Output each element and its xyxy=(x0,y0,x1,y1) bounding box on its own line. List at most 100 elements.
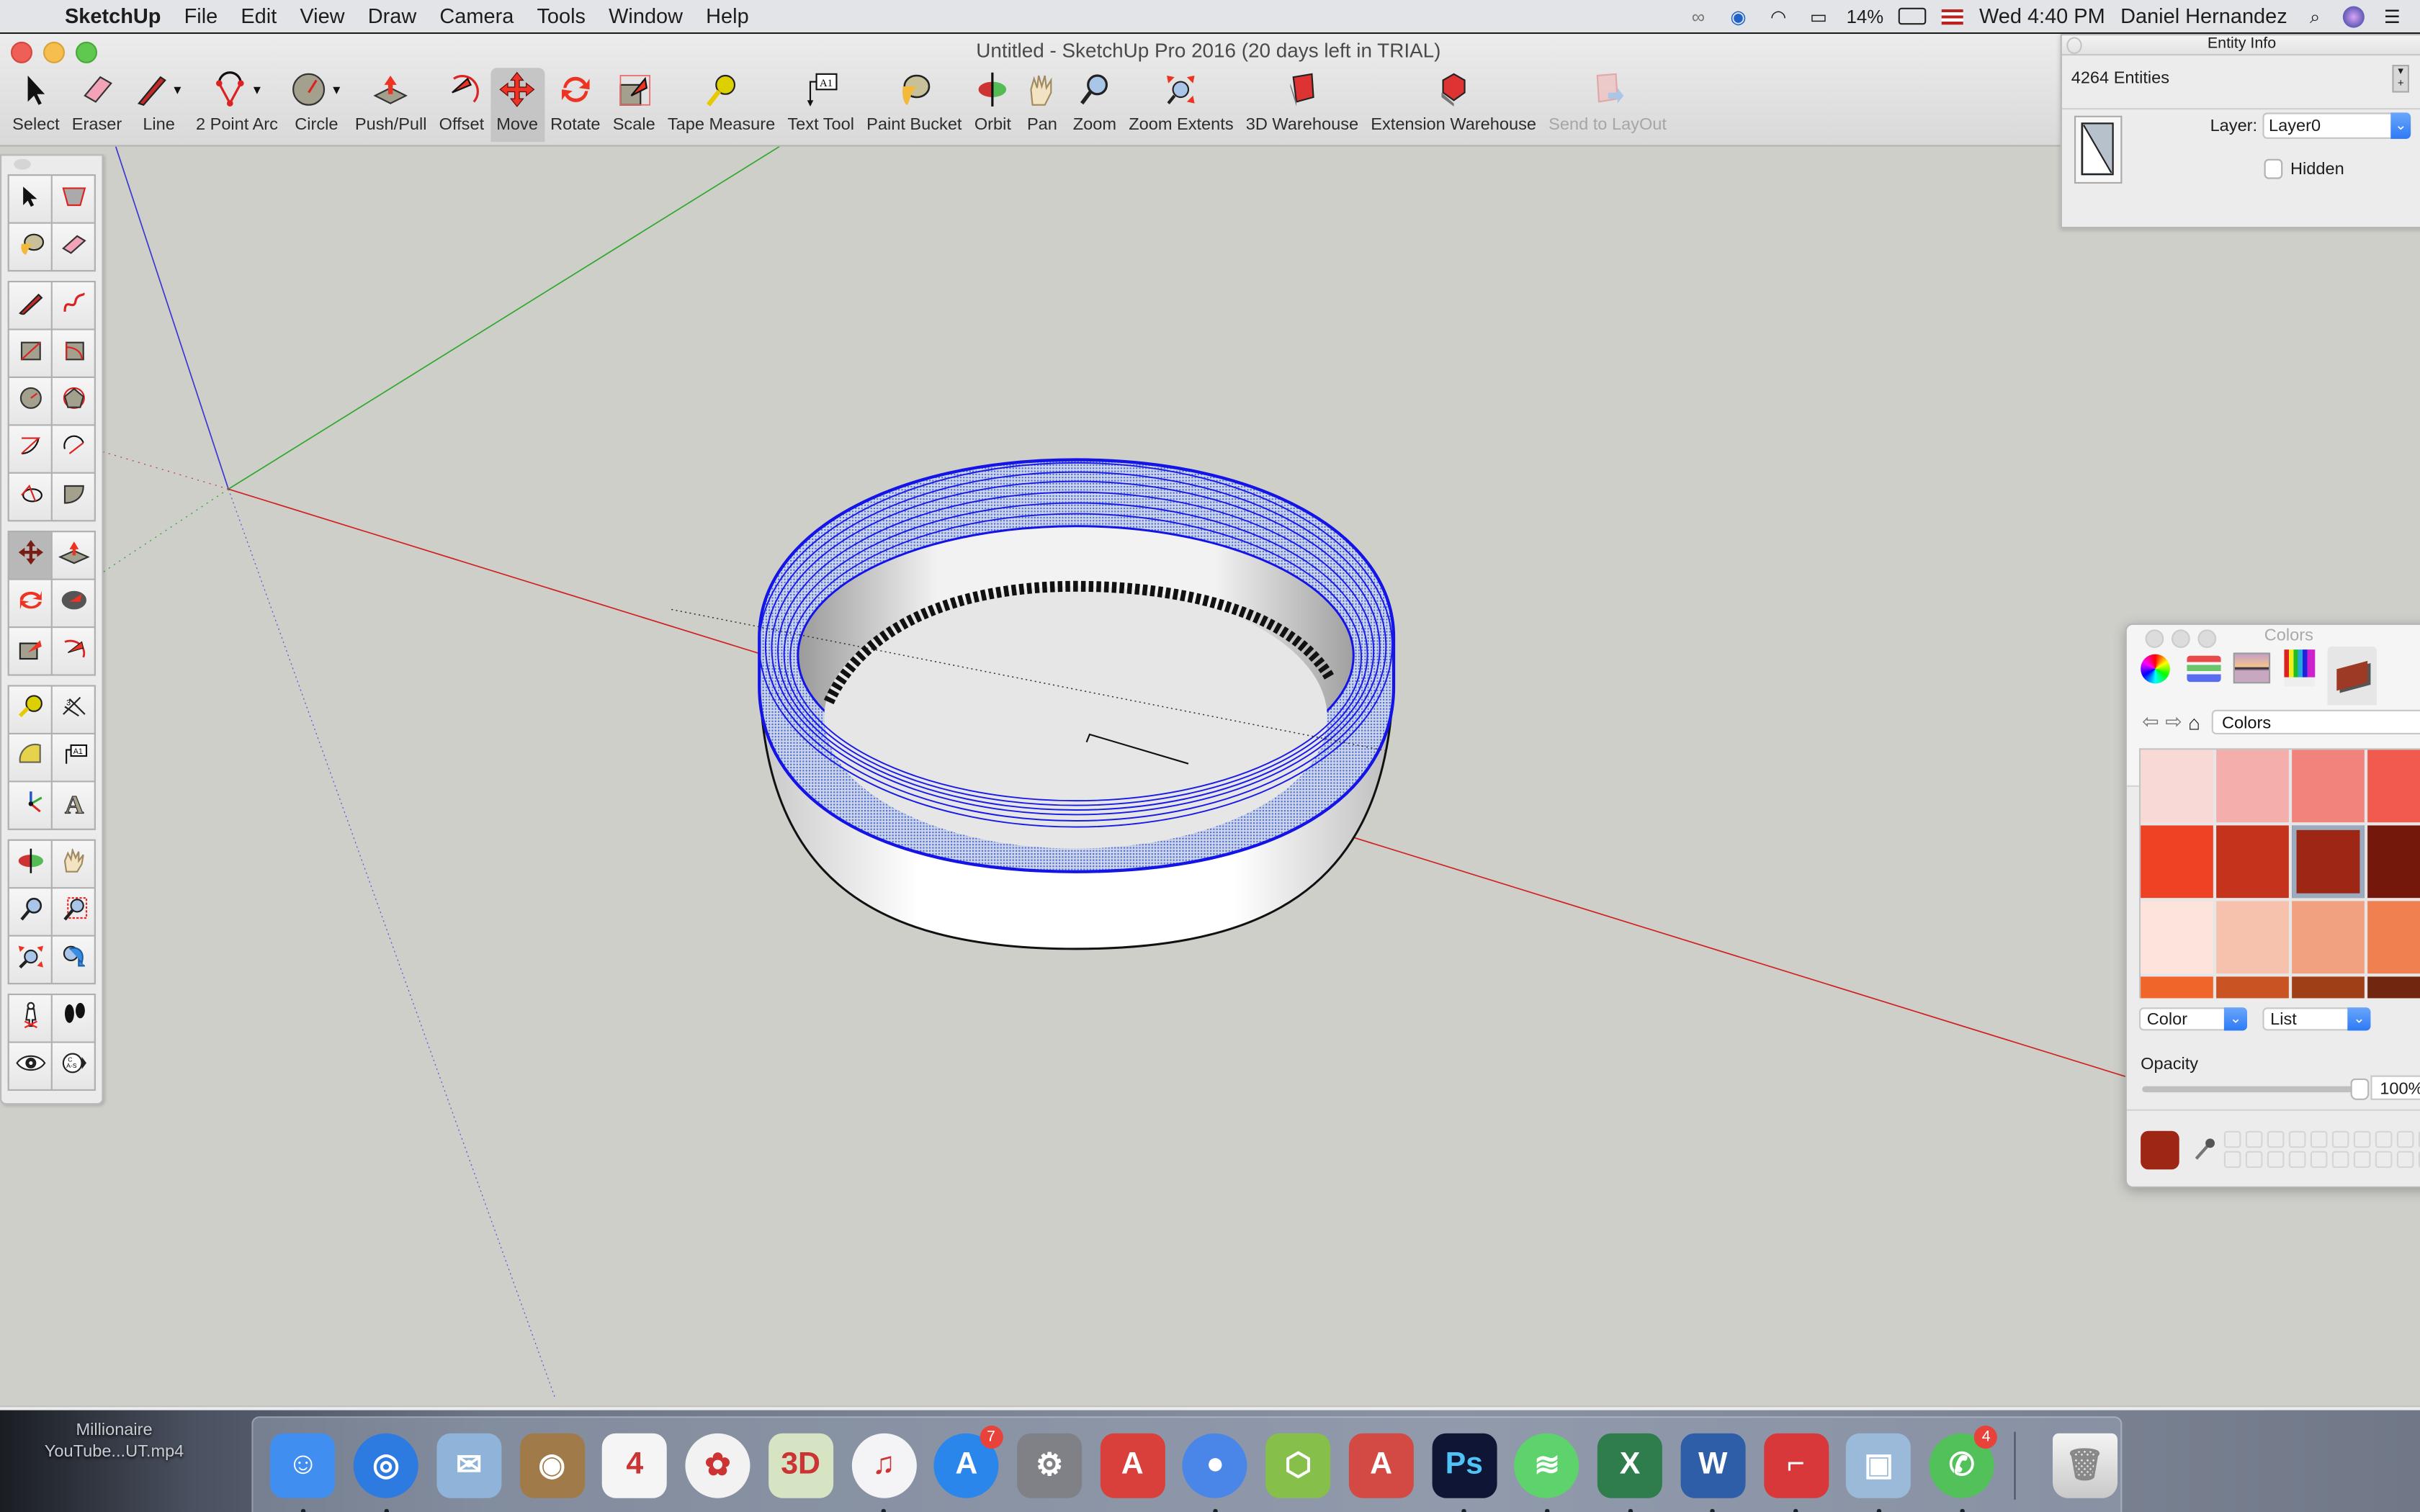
dock-app-chrome[interactable]: ● xyxy=(1179,1428,1251,1512)
palette-tool-move[interactable] xyxy=(9,532,51,579)
dock-app-autocad[interactable]: A xyxy=(1096,1428,1168,1502)
toolbar-rotate-button[interactable]: Rotate xyxy=(544,68,607,142)
airplay-icon[interactable]: ▭ xyxy=(1806,6,1831,27)
siri-icon[interactable] xyxy=(2342,5,2365,27)
color-swatch[interactable] xyxy=(2367,901,2420,974)
menubar-clock[interactable]: Wed 4:40 PM xyxy=(1979,4,2105,27)
color-swatch[interactable] xyxy=(2141,901,2213,974)
toolbar-extension-warehouse-button[interactable]: Extension Warehouse xyxy=(1365,68,1543,142)
palette-tool-select[interactable] xyxy=(9,176,51,222)
palette-tool-protractor[interactable] xyxy=(9,734,51,781)
palette-tool-paint-bucket[interactable] xyxy=(9,223,51,270)
app-status-icon[interactable]: ◉ xyxy=(1726,6,1750,27)
palette-tool-3-point-arc[interactable] xyxy=(9,473,51,521)
color-swatch[interactable] xyxy=(2367,976,2420,999)
color-swatch[interactable] xyxy=(2292,901,2365,974)
forward-arrow-icon[interactable]: ⇨ xyxy=(2165,710,2182,734)
toolbar-scale-button[interactable]: Scale xyxy=(606,68,661,142)
toolbar-move-button[interactable]: Move xyxy=(490,68,544,143)
toolbar-paint-bucket-button[interactable]: Paint Bucket xyxy=(861,68,968,142)
palette-tool-zoom[interactable] xyxy=(9,888,51,935)
dock-app-sketchup[interactable]: ⌐ xyxy=(1760,1428,1832,1512)
empty-favorite-slot[interactable] xyxy=(2288,1130,2306,1148)
color-mode-select[interactable]: Color ⌄ xyxy=(2139,1007,2247,1031)
palette-tool-rotate[interactable] xyxy=(9,580,51,626)
dock-app-excel[interactable]: X xyxy=(1594,1428,1666,1512)
toolbar-tape-measure-button[interactable]: Tape Measure xyxy=(661,68,781,142)
3d-viewport[interactable] xyxy=(0,145,2420,1400)
menu-view[interactable]: View xyxy=(300,4,344,27)
palette-tool-orbit[interactable] xyxy=(9,840,51,888)
dock-app-calendar[interactable]: 4 xyxy=(599,1428,671,1502)
empty-favorite-slot[interactable] xyxy=(2267,1151,2285,1169)
menu-window[interactable]: Window xyxy=(609,4,683,27)
entity-info-close-button[interactable] xyxy=(2066,37,2082,54)
palette-tool-make-component[interactable] xyxy=(52,176,94,222)
dock-app-preview[interactable]: ▣ xyxy=(1842,1428,1914,1512)
empty-favorite-slot[interactable] xyxy=(2331,1130,2349,1148)
battery-icon[interactable] xyxy=(1899,7,1927,25)
toolbar-3d-warehouse-button[interactable]: 3D Warehouse xyxy=(1240,68,1365,142)
toolbar-text-tool-button[interactable]: A1 Text Tool xyxy=(781,68,861,142)
toolbar-zoom-extents-button[interactable]: Zoom Extents xyxy=(1123,68,1240,142)
palette-tool-follow-me[interactable] xyxy=(52,580,94,626)
palette-tool-look-around[interactable] xyxy=(9,1043,51,1089)
menu-app-sketchup[interactable]: SketchUp xyxy=(65,4,161,27)
color-swatch[interactable] xyxy=(2292,750,2365,823)
empty-favorite-slot[interactable] xyxy=(2331,1151,2349,1169)
palette-tool-line[interactable] xyxy=(9,282,51,329)
palette-close-button[interactable] xyxy=(14,158,31,170)
dock-app-photoshop[interactable]: Ps xyxy=(1428,1428,1500,1512)
empty-favorite-slot[interactable] xyxy=(2310,1151,2328,1169)
creative-cloud-icon[interactable]: ∞ xyxy=(1686,6,1711,27)
dock-app-photos[interactable]: ✿ xyxy=(681,1428,753,1502)
palette-tool-pan[interactable] xyxy=(52,840,94,888)
tab-color-palettes[interactable] xyxy=(2280,647,2318,690)
dock-app-contacts[interactable]: ◉ xyxy=(516,1428,588,1502)
palette-tool-polygon[interactable] xyxy=(52,378,94,425)
palette-tool-section-plane[interactable]: C A-S xyxy=(52,1043,94,1089)
dock-app-mail[interactable]: ✉ xyxy=(433,1428,505,1502)
empty-favorite-slot[interactable] xyxy=(2267,1130,2285,1148)
dock-app-autocad-2[interactable]: A xyxy=(1345,1428,1417,1502)
palette-tool-position-camera[interactable] xyxy=(9,995,51,1042)
color-swatch[interactable] xyxy=(2367,750,2420,823)
palette-tool-eraser[interactable] xyxy=(52,223,94,270)
palette-tool-circle[interactable] xyxy=(9,378,51,425)
color-swatch[interactable] xyxy=(2292,976,2365,999)
dropdown-triangle-icon[interactable]: ▼ xyxy=(251,83,263,96)
empty-favorite-slot[interactable] xyxy=(2245,1130,2263,1148)
dock-app-spotify[interactable]: ≋ xyxy=(1511,1428,1583,1512)
menu-edit[interactable]: Edit xyxy=(241,4,277,27)
palette-tool-pie[interactable] xyxy=(52,473,94,521)
tab-sketchup-materials[interactable] xyxy=(2327,646,2377,706)
menu-draw[interactable]: Draw xyxy=(368,4,417,27)
home-icon[interactable]: ⌂ xyxy=(2188,711,2200,734)
palette-tool-push-pull[interactable] xyxy=(52,532,94,579)
palette-tool-zoom-window[interactable] xyxy=(52,888,94,935)
toolbar-send-to-layout-button[interactable]: Send to LayOut xyxy=(1543,68,1673,142)
empty-favorite-slot[interactable] xyxy=(2288,1151,2306,1169)
palette-tool-zoom-extents[interactable] xyxy=(9,936,51,983)
palette-tool-3d-text[interactable]: A xyxy=(52,782,94,829)
color-swatch[interactable] xyxy=(2367,825,2420,899)
notification-center-icon[interactable]: ☰ xyxy=(2380,6,2404,27)
dock-app-system-preferences[interactable]: ⚙ xyxy=(1013,1428,1085,1502)
menu-camera[interactable]: Camera xyxy=(439,4,514,27)
palette-tool-axes[interactable] xyxy=(9,782,51,829)
palette-tool-arc[interactable] xyxy=(9,426,51,472)
opacity-slider-knob[interactable] xyxy=(2350,1078,2370,1100)
empty-favorite-slot[interactable] xyxy=(2375,1151,2393,1169)
tab-color-wheel[interactable] xyxy=(2136,647,2175,690)
dropdown-triangle-icon[interactable]: ▼ xyxy=(171,83,184,96)
dock-app-word[interactable]: W xyxy=(1677,1428,1749,1512)
color-swatch[interactable] xyxy=(2141,976,2213,999)
toolbar-select-button[interactable]: Select xyxy=(6,68,66,142)
empty-favorite-slot[interactable] xyxy=(2396,1130,2414,1148)
toolbar-eraser-button[interactable]: Eraser xyxy=(66,68,128,142)
palette-tool-rectangle[interactable] xyxy=(9,330,51,377)
entity-info-expand-button[interactable]: ▾ + xyxy=(2392,65,2409,93)
empty-favorite-slot[interactable] xyxy=(2396,1151,2414,1169)
desktop-file-video[interactable]: Millionaire YouTube...UT.mp4 xyxy=(22,1419,207,1462)
color-swatch[interactable] xyxy=(2216,750,2289,823)
